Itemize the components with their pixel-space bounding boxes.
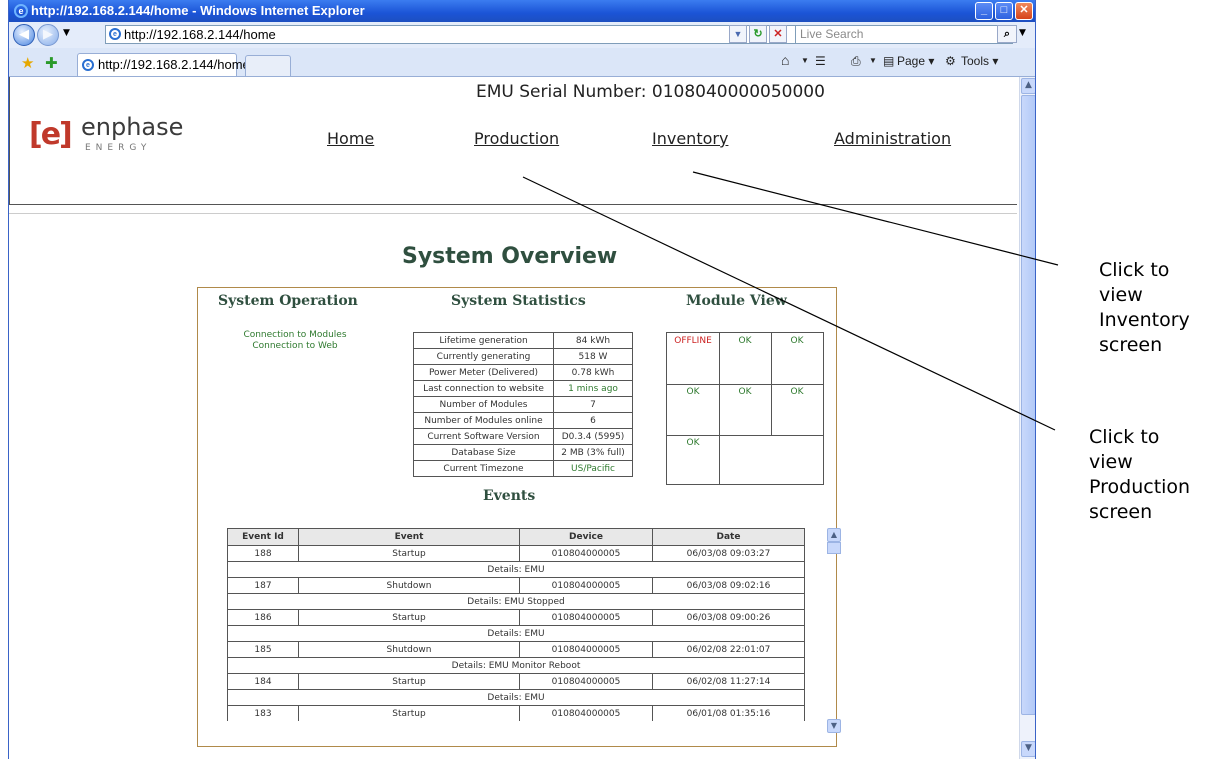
annotation-line: screen [1099, 334, 1163, 356]
callout-lines [522, 171, 1059, 431]
annotation-line: Production [1089, 476, 1191, 498]
inventory-callout-line [692, 171, 1059, 266]
annotation-line: Click to [1089, 426, 1160, 448]
production-callout-line [522, 176, 1056, 431]
annotation-line: Inventory [1099, 309, 1190, 331]
annotation-line: screen [1089, 501, 1153, 523]
inventory-annotation: Click to view Inventory screen [1099, 258, 1190, 358]
annotation-line: view [1089, 451, 1133, 473]
production-annotation: Click to view Production screen [1089, 425, 1190, 525]
annotation-line: Click to [1099, 259, 1170, 281]
annotation-line: view [1099, 284, 1143, 306]
